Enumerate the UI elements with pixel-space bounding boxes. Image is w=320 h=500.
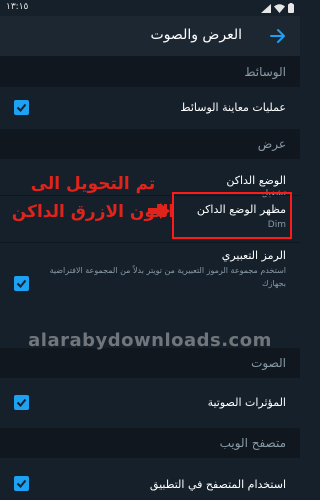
check-icon <box>16 279 27 288</box>
check-icon <box>16 398 27 407</box>
section-header-display: عرض <box>0 129 300 159</box>
setting-emoji[interactable]: الرمز التعبيري استخدم مجموعة الرموز التع… <box>0 243 300 303</box>
annotation-line-1: تم التحويل الى <box>30 174 156 194</box>
dark-mode-label: الوضع الداكن <box>226 174 286 187</box>
watermark: alarabydownloads.com <box>28 330 272 351</box>
status-icons <box>261 3 294 13</box>
section-header-media: الوسائط <box>0 57 300 87</box>
wifi-icon <box>274 3 285 13</box>
check-icon <box>16 103 27 112</box>
sound-effects-checkbox[interactable] <box>14 395 29 410</box>
sound-effects-label: المؤثرات الصوتية <box>207 396 286 409</box>
red-arrow-icon <box>148 203 170 219</box>
status-bar: ١٣:١٥ <box>0 0 300 16</box>
setting-media-previews[interactable]: عمليات معاينة الوسائط <box>0 87 300 129</box>
emoji-checkbox[interactable] <box>14 276 29 291</box>
section-sound-label: الصوت <box>251 356 286 370</box>
back-arrow-icon[interactable] <box>268 26 288 46</box>
emoji-label: الرمز التعبيري <box>221 249 286 262</box>
in-app-browser-label: استخدام المتصفح في التطبيق <box>149 478 286 491</box>
battery-icon <box>288 3 294 13</box>
section-header-sound: الصوت <box>0 348 300 378</box>
section-header-web-browser: متصفح الويب <box>0 428 300 458</box>
section-display-label: عرض <box>257 137 286 151</box>
setting-sound-effects[interactable]: المؤثرات الصوتية <box>0 378 300 428</box>
check-icon <box>16 479 27 488</box>
section-web-label: متصفح الويب <box>219 436 286 450</box>
page-title: العرض والصوت <box>150 27 242 43</box>
emoji-description: استخدم مجموعة الرموز التعبيرية من تويتر … <box>49 266 286 288</box>
status-time: ١٣:١٥ <box>6 2 29 12</box>
media-previews-checkbox[interactable] <box>14 100 29 115</box>
highlight-box <box>172 192 292 239</box>
app-bar: العرض والصوت <box>0 16 300 57</box>
media-previews-label: عمليات معاينة الوسائط <box>180 101 286 114</box>
setting-in-app-browser[interactable]: استخدام المتصفح في التطبيق <box>0 458 300 500</box>
signal-icon <box>261 3 271 13</box>
section-media-label: الوسائط <box>244 65 286 79</box>
in-app-browser-checkbox[interactable] <box>14 476 29 491</box>
